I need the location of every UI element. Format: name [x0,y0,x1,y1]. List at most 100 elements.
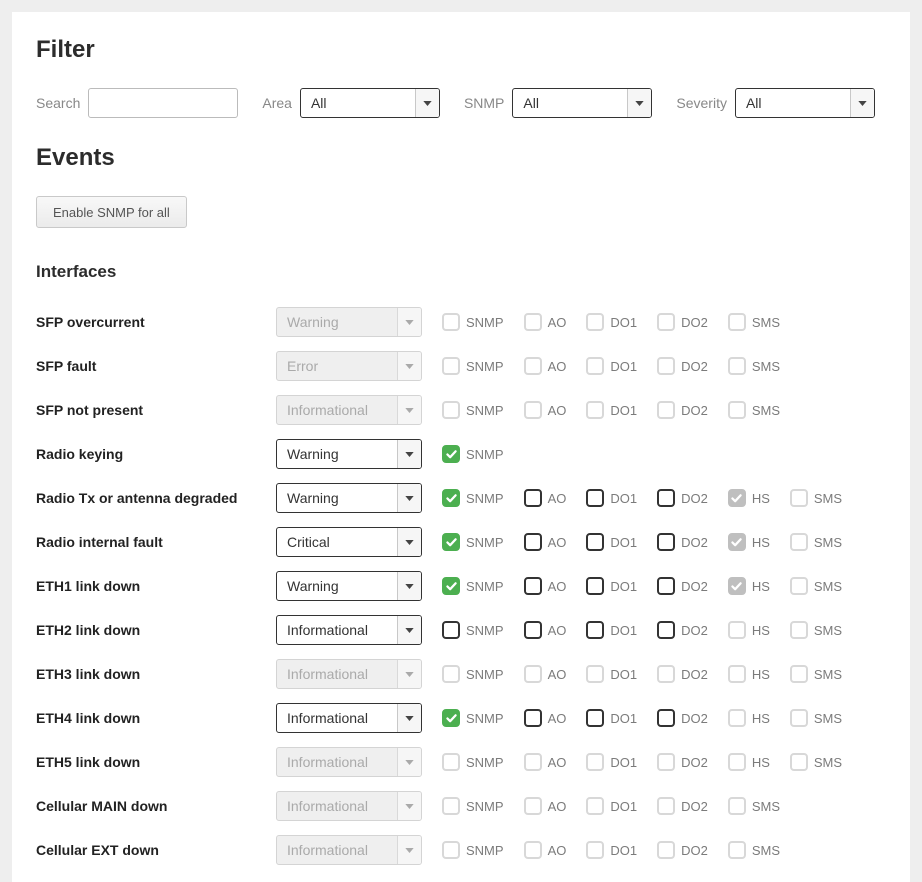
checkbox-group: SNMPAODO1DO2HSSMS [442,489,842,507]
checkbox[interactable] [586,709,604,727]
checkbox-label: HS [752,711,770,726]
checkbox[interactable] [524,709,542,727]
checkbox-sms: SMS [790,709,842,727]
checkbox[interactable] [442,621,460,639]
area-select[interactable]: All [300,88,440,118]
search-input[interactable] [88,88,238,118]
severity-select[interactable]: Informational [276,703,422,733]
checkbox[interactable] [442,489,460,507]
checkbox [442,401,460,419]
checkbox-label: SMS [752,799,780,814]
chevron-down-icon [627,89,651,117]
checkbox-do1: DO1 [586,489,637,507]
enable-snmp-all-button[interactable]: Enable SNMP for all [36,196,187,228]
severity-select[interactable]: Warning [276,571,422,601]
checkbox[interactable] [586,577,604,595]
severity-select[interactable]: Warning [276,483,422,513]
checkbox-ao: AO [524,797,567,815]
checkbox-group: SNMPAODO1DO2SMS [442,401,780,419]
checkbox-sms: SMS [790,489,842,507]
event-row: Cellular MAIN downInformationalSNMPAODO1… [36,784,886,828]
checkbox [657,357,675,375]
checkbox-hs: HS [728,665,770,683]
checkbox-label: DO2 [681,623,708,638]
checkbox-label: DO1 [610,755,637,770]
checkbox-label: SNMP [466,755,504,770]
severity-select[interactable]: Warning [276,439,422,469]
checkbox [728,401,746,419]
checkbox [524,357,542,375]
checkbox-label: SNMP [466,447,504,462]
search-label: Search [36,95,80,111]
checkbox[interactable] [657,577,675,595]
severity-select-value: Informational [277,660,397,688]
checkbox[interactable] [442,533,460,551]
checkbox[interactable] [657,709,675,727]
checkbox-hs: HS [728,621,770,639]
checkbox-label: DO1 [610,579,637,594]
checkbox-do2: DO2 [657,797,708,815]
checkbox-label: DO1 [610,403,637,418]
checkbox-group: SNMPAODO1DO2HSSMS [442,753,842,771]
checkbox-sms: SMS [790,621,842,639]
event-row: Radio internal faultCriticalSNMPAODO1DO2… [36,520,886,564]
severity-select[interactable]: Informational [276,615,422,645]
checkbox[interactable] [524,533,542,551]
checkbox[interactable] [586,621,604,639]
checkbox-sms: SMS [728,313,780,331]
checkbox [790,709,808,727]
checkbox-label: SNMP [466,711,504,726]
checkbox-do2: DO2 [657,401,708,419]
checkbox-do2: DO2 [657,709,708,727]
checkbox-label: AO [548,535,567,550]
severity-select-value: Warning [277,572,397,600]
checkbox-label: DO2 [681,491,708,506]
checkbox[interactable] [442,445,460,463]
checkbox[interactable] [657,621,675,639]
checkbox [442,797,460,815]
checkbox[interactable] [442,709,460,727]
chevron-down-icon [397,836,421,864]
checkbox[interactable] [657,489,675,507]
filter-title: Filter [36,36,886,64]
checkbox-label: SNMP [466,491,504,506]
checkbox[interactable] [524,621,542,639]
checkbox-hs: HS [728,709,770,727]
severity-select[interactable]: Critical [276,527,422,557]
severity-select: Error [276,351,422,381]
checkbox-do2: DO2 [657,621,708,639]
chevron-down-icon [397,352,421,380]
severity-select: Informational [276,395,422,425]
checkbox-ao: AO [524,313,567,331]
checkbox-label: HS [752,491,770,506]
checkbox[interactable] [657,533,675,551]
checkbox [728,357,746,375]
checkbox [524,313,542,331]
checkbox [442,313,460,331]
checkbox-label: SNMP [466,403,504,418]
checkbox[interactable] [524,577,542,595]
event-row: SFP overcurrentWarningSNMPAODO1DO2SMS [36,300,886,344]
chevron-down-icon [397,660,421,688]
checkbox-hs: HS [728,577,770,595]
severity-select[interactable]: All [735,88,875,118]
checkbox [728,577,746,595]
event-name: Radio Tx or antenna degraded [36,490,276,506]
checkbox[interactable] [524,489,542,507]
checkbox[interactable] [586,533,604,551]
checkbox [442,841,460,859]
checkbox-ao: AO [524,401,567,419]
checkbox[interactable] [586,489,604,507]
severity-select-value: Error [277,352,397,380]
event-name: SFP fault [36,358,276,374]
checkbox-label: DO1 [610,535,637,550]
severity-select-value: Informational [277,616,397,644]
checkbox-label: DO1 [610,711,637,726]
snmp-select[interactable]: All [512,88,652,118]
checkbox [657,753,675,771]
checkbox-label: DO2 [681,843,708,858]
checkbox[interactable] [442,577,460,595]
checkbox-ao: AO [524,357,567,375]
checkbox-snmp: SNMP [442,577,504,595]
checkbox-do1: DO1 [586,401,637,419]
